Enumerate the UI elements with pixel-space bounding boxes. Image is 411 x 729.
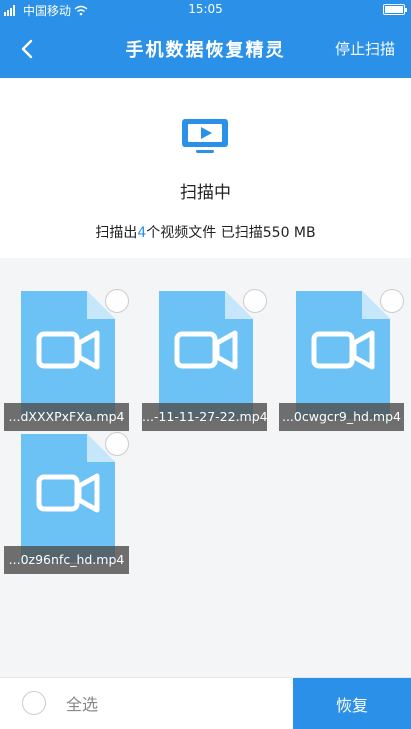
file-checkbox[interactable] — [243, 289, 267, 313]
status-time: 15:05 — [188, 2, 223, 16]
select-all-toggle[interactable]: 全选 — [22, 691, 98, 715]
file-checkbox[interactable] — [105, 432, 129, 456]
scan-panel: 扫描中 扫描出4个视频文件 已扫描550 MB — [0, 78, 411, 258]
video-file-icon — [296, 291, 390, 419]
file-item[interactable]: ...-11-11-27-22.mp4 — [142, 289, 267, 431]
status-bar: 中国移动 15:05 — [0, 0, 411, 20]
video-file-icon — [21, 291, 115, 419]
video-file-icon — [159, 291, 253, 419]
select-all-checkbox[interactable] — [22, 691, 46, 715]
file-name: ...0z96nfc_hd.mp4 — [4, 546, 129, 574]
file-name: ...dXXXPxFXa.mp4 — [4, 403, 129, 431]
file-checkbox[interactable] — [105, 289, 129, 313]
chevron-left-icon — [21, 39, 33, 59]
scan-summary: 扫描出4个视频文件 已扫描550 MB — [0, 222, 411, 242]
scan-status: 扫描中 — [180, 183, 231, 203]
file-name: ...0cwgcr9_hd.mp4 — [279, 403, 404, 431]
file-item[interactable]: ...0cwgcr9_hd.mp4 — [279, 289, 404, 431]
file-name: ...-11-11-27-22.mp4 — [142, 403, 267, 431]
found-count: 4 — [137, 225, 147, 241]
file-checkbox[interactable] — [380, 289, 404, 313]
recover-button[interactable]: 恢复 — [293, 678, 411, 729]
file-item[interactable]: ...0z96nfc_hd.mp4 — [4, 432, 129, 574]
file-item[interactable]: ...dXXXPxFXa.mp4 — [4, 289, 129, 431]
app-header: 手机数据恢复精灵 停止扫描 — [0, 20, 411, 78]
video-file-icon — [21, 434, 115, 562]
summary-prefix: 扫描出 — [95, 225, 138, 241]
tv-play-icon — [182, 119, 228, 153]
summary-middle: 个视频文件 已扫描 — [146, 225, 263, 241]
stop-scan-button[interactable]: 停止扫描 — [335, 38, 395, 59]
battery-icon — [383, 4, 407, 15]
scanned-size: 550 MB — [262, 225, 316, 241]
bottom-bar: 全选 恢复 — [0, 677, 411, 729]
select-all-label: 全选 — [66, 695, 99, 714]
back-button[interactable] — [10, 32, 44, 66]
